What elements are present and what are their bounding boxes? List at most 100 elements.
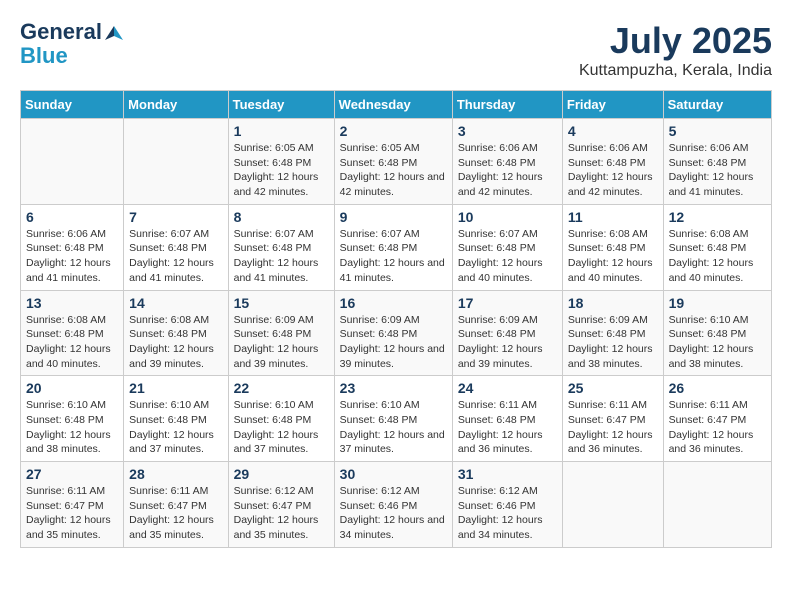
- table-row: 10 Sunrise: 6:07 AM Sunset: 6:48 PM Dayli…: [452, 204, 562, 290]
- day-info: Sunrise: 6:08 AM Sunset: 6:48 PM Dayligh…: [669, 227, 766, 286]
- day-info: Sunrise: 6:05 AM Sunset: 6:48 PM Dayligh…: [340, 141, 447, 200]
- logo-blue-text: Blue: [20, 44, 124, 68]
- day-info: Sunrise: 6:08 AM Sunset: 6:48 PM Dayligh…: [129, 313, 222, 372]
- col-monday: Monday: [124, 91, 228, 119]
- day-number: 28: [129, 466, 222, 482]
- day-info: Sunrise: 6:12 AM Sunset: 6:47 PM Dayligh…: [234, 484, 329, 543]
- day-number: 14: [129, 295, 222, 311]
- day-number: 9: [340, 209, 447, 225]
- day-number: 5: [669, 123, 766, 139]
- day-number: 27: [26, 466, 118, 482]
- logo-text: General: [20, 20, 124, 44]
- logo-sail-icon: [104, 24, 124, 42]
- table-row: 29 Sunrise: 6:12 AM Sunset: 6:47 PM Dayli…: [228, 462, 334, 548]
- day-number: 6: [26, 209, 118, 225]
- table-row: 26 Sunrise: 6:11 AM Sunset: 6:47 PM Dayli…: [663, 376, 771, 462]
- table-row: 30 Sunrise: 6:12 AM Sunset: 6:46 PM Dayli…: [334, 462, 452, 548]
- day-info: Sunrise: 6:07 AM Sunset: 6:48 PM Dayligh…: [234, 227, 329, 286]
- day-info: Sunrise: 6:10 AM Sunset: 6:48 PM Dayligh…: [234, 398, 329, 457]
- table-row: 18 Sunrise: 6:09 AM Sunset: 6:48 PM Dayli…: [562, 290, 663, 376]
- table-row: 2Sunrise: 6:05 AM Sunset: 6:48 PM Daylig…: [334, 119, 452, 205]
- day-info: Sunrise: 6:09 AM Sunset: 6:48 PM Dayligh…: [340, 313, 447, 372]
- col-wednesday: Wednesday: [334, 91, 452, 119]
- table-row: 12 Sunrise: 6:08 AM Sunset: 6:48 PM Dayli…: [663, 204, 771, 290]
- day-info: Sunrise: 6:10 AM Sunset: 6:48 PM Dayligh…: [129, 398, 222, 457]
- day-info: Sunrise: 6:06 AM Sunset: 6:48 PM Dayligh…: [458, 141, 557, 200]
- day-info: Sunrise: 6:06 AM Sunset: 6:48 PM Dayligh…: [568, 141, 658, 200]
- day-info: Sunrise: 6:11 AM Sunset: 6:47 PM Dayligh…: [26, 484, 118, 543]
- logo: General Blue: [20, 20, 124, 68]
- table-row: [124, 119, 228, 205]
- day-number: 24: [458, 380, 557, 396]
- day-number: 3: [458, 123, 557, 139]
- table-row: 5 Sunrise: 6:06 AM Sunset: 6:48 PM Daylig…: [663, 119, 771, 205]
- day-number: 17: [458, 295, 557, 311]
- table-row: 7 Sunrise: 6:07 AM Sunset: 6:48 PM Daylig…: [124, 204, 228, 290]
- table-row: 23Sunrise: 6:10 AM Sunset: 6:48 PM Dayli…: [334, 376, 452, 462]
- day-number: 21: [129, 380, 222, 396]
- table-row: 4 Sunrise: 6:06 AM Sunset: 6:48 PM Daylig…: [562, 119, 663, 205]
- day-number: 25: [568, 380, 658, 396]
- day-info: Sunrise: 6:09 AM Sunset: 6:48 PM Dayligh…: [568, 313, 658, 372]
- calendar-week-row: 20 Sunrise: 6:10 AM Sunset: 6:48 PM Dayli…: [21, 376, 772, 462]
- day-info: Sunrise: 6:06 AM Sunset: 6:48 PM Dayligh…: [669, 141, 766, 200]
- table-row: 31 Sunrise: 6:12 AM Sunset: 6:46 PM Dayli…: [452, 462, 562, 548]
- table-row: 9 Sunrise: 6:07 AM Sunset: 6:48 PM Daylig…: [334, 204, 452, 290]
- location-subtitle: Kuttampuzha, Kerala, India: [579, 62, 772, 80]
- day-info: Sunrise: 6:10 AM Sunset: 6:48 PM Dayligh…: [669, 313, 766, 372]
- day-info: Sunrise: 6:11 AM Sunset: 6:47 PM Dayligh…: [669, 398, 766, 457]
- table-row: 16 Sunrise: 6:09 AM Sunset: 6:48 PM Dayli…: [334, 290, 452, 376]
- table-row: 20 Sunrise: 6:10 AM Sunset: 6:48 PM Dayli…: [21, 376, 124, 462]
- calendar-week-row: 6 Sunrise: 6:06 AM Sunset: 6:48 PM Daylig…: [21, 204, 772, 290]
- day-number: 15: [234, 295, 329, 311]
- table-row: 8 Sunrise: 6:07 AM Sunset: 6:48 PM Daylig…: [228, 204, 334, 290]
- table-row: 22Sunrise: 6:10 AM Sunset: 6:48 PM Dayli…: [228, 376, 334, 462]
- day-info: Sunrise: 6:10 AM Sunset: 6:48 PM Dayligh…: [26, 398, 118, 457]
- table-row: 1 Sunrise: 6:05 AM Sunset: 6:48 PM Daylig…: [228, 119, 334, 205]
- day-info: Sunrise: 6:07 AM Sunset: 6:48 PM Dayligh…: [458, 227, 557, 286]
- day-number: 26: [669, 380, 766, 396]
- table-row: [21, 119, 124, 205]
- day-number: 16: [340, 295, 447, 311]
- day-number: 7: [129, 209, 222, 225]
- table-row: 17Sunrise: 6:09 AM Sunset: 6:48 PM Dayli…: [452, 290, 562, 376]
- page-header: General Blue July 2025 Kuttampuzha, Kera…: [20, 20, 772, 80]
- day-number: 31: [458, 466, 557, 482]
- day-number: 8: [234, 209, 329, 225]
- day-number: 10: [458, 209, 557, 225]
- col-thursday: Thursday: [452, 91, 562, 119]
- table-row: 14 Sunrise: 6:08 AM Sunset: 6:48 PM Dayli…: [124, 290, 228, 376]
- day-info: Sunrise: 6:07 AM Sunset: 6:48 PM Dayligh…: [340, 227, 447, 286]
- day-info: Sunrise: 6:11 AM Sunset: 6:48 PM Dayligh…: [458, 398, 557, 457]
- col-tuesday: Tuesday: [228, 91, 334, 119]
- day-number: 19: [669, 295, 766, 311]
- day-number: 1: [234, 123, 329, 139]
- day-number: 11: [568, 209, 658, 225]
- day-info: Sunrise: 6:06 AM Sunset: 6:48 PM Dayligh…: [26, 227, 118, 286]
- calendar-week-row: 1 Sunrise: 6:05 AM Sunset: 6:48 PM Daylig…: [21, 119, 772, 205]
- day-info: Sunrise: 6:07 AM Sunset: 6:48 PM Dayligh…: [129, 227, 222, 286]
- table-row: 15Sunrise: 6:09 AM Sunset: 6:48 PM Dayli…: [228, 290, 334, 376]
- table-row: [562, 462, 663, 548]
- day-number: 18: [568, 295, 658, 311]
- title-block: July 2025 Kuttampuzha, Kerala, India: [579, 20, 772, 80]
- calendar-week-row: 27 Sunrise: 6:11 AM Sunset: 6:47 PM Dayli…: [21, 462, 772, 548]
- table-row: 27 Sunrise: 6:11 AM Sunset: 6:47 PM Dayli…: [21, 462, 124, 548]
- day-number: 4: [568, 123, 658, 139]
- calendar-table: Sunday Monday Tuesday Wednesday Thursday…: [20, 90, 772, 548]
- day-number: 29: [234, 466, 329, 482]
- day-number: 30: [340, 466, 447, 482]
- table-row: 6 Sunrise: 6:06 AM Sunset: 6:48 PM Daylig…: [21, 204, 124, 290]
- col-sunday: Sunday: [21, 91, 124, 119]
- day-number: 12: [669, 209, 766, 225]
- day-info: Sunrise: 6:11 AM Sunset: 6:47 PM Dayligh…: [568, 398, 658, 457]
- table-row: 19 Sunrise: 6:10 AM Sunset: 6:48 PM Dayli…: [663, 290, 771, 376]
- day-number: 20: [26, 380, 118, 396]
- day-info: Sunrise: 6:10 AM Sunset: 6:48 PM Dayligh…: [340, 398, 447, 457]
- day-info: Sunrise: 6:05 AM Sunset: 6:48 PM Dayligh…: [234, 141, 329, 200]
- col-friday: Friday: [562, 91, 663, 119]
- day-info: Sunrise: 6:12 AM Sunset: 6:46 PM Dayligh…: [458, 484, 557, 543]
- table-row: 21 Sunrise: 6:10 AM Sunset: 6:48 PM Dayli…: [124, 376, 228, 462]
- day-info: Sunrise: 6:12 AM Sunset: 6:46 PM Dayligh…: [340, 484, 447, 543]
- table-row: 3 Sunrise: 6:06 AM Sunset: 6:48 PM Daylig…: [452, 119, 562, 205]
